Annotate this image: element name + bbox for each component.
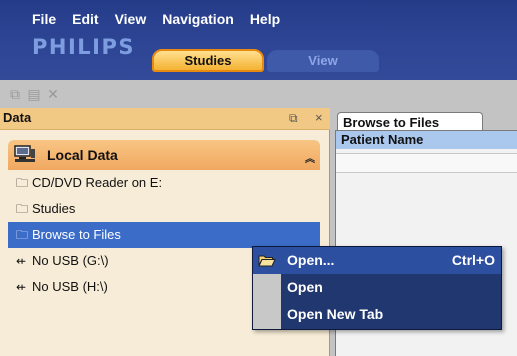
computer-icon [14,145,35,162]
panel-title: Data [3,110,32,125]
menu-navigation[interactable]: Navigation [154,6,242,32]
folder-icon: 🗀 [16,202,29,216]
copy-icon[interactable]: ⧉ [8,87,22,101]
section-title: Local Data [47,147,118,163]
context-menu: Open... Ctrl+O Open Open New Tab [252,246,502,330]
tree-item-cd-dvd[interactable]: 🗀 CD/DVD Reader on E: [8,170,320,196]
tree-item-studies[interactable]: 🗀 Studies [8,196,320,222]
menu-view[interactable]: View [107,6,155,32]
menu-help[interactable]: Help [242,6,288,32]
menu-edit[interactable]: Edit [64,6,106,32]
dock-icon[interactable]: ⧉ [289,111,298,126]
menubar: File Edit View Navigation Help [0,6,288,32]
usb-icon: ⇷ [16,254,27,268]
usb-icon: ⇷ [16,280,27,294]
brand-logo: PHILIPS [32,35,135,59]
tab-browse-to-files[interactable]: Browse to Files [337,112,483,132]
menu-item-open-dialog[interactable]: Open... Ctrl+O [253,247,501,274]
tab-view[interactable]: View [267,50,379,72]
tree-item-browse-to-files[interactable]: 🗀 Browse to Files [8,222,320,248]
menu-file[interactable]: File [0,6,64,32]
close-icon[interactable]: × [315,110,323,125]
tree-item-label: No USB (H:\) [32,279,108,294]
menu-item-shortcut: Ctrl+O [451,252,495,268]
open-folder-icon [258,255,276,267]
folder-icon: 🗀 [16,176,29,190]
tree-item-label: Studies [32,201,76,216]
menu-item-label: Open New Tab [287,306,384,322]
local-data-header[interactable]: Local Data ︽ [8,140,320,170]
chevron-up-icon[interactable]: ︽ [305,150,315,165]
paste-icon[interactable]: ▤ [27,87,41,101]
title-area: File Edit View Navigation Help PHILIPS S… [0,0,517,80]
delete-icon[interactable]: ✕ [46,87,60,101]
menu-item-label: Open... [287,252,335,268]
panel-header: Data ⧉ × [0,108,330,130]
menu-item-label: Open [287,279,323,295]
tree-item-label: Browse to Files [32,227,121,242]
column-header-patient-name[interactable]: Patient Name [336,131,517,149]
menu-item-open-new-tab[interactable]: Open New Tab [253,301,501,328]
toolbar: ⧉ ▤ ✕ [0,80,517,108]
tree-item-label: CD/DVD Reader on E: [32,175,163,190]
folder-icon: 🗀 [16,228,29,242]
menu-item-open[interactable]: Open [253,274,501,301]
tab-studies[interactable]: Studies [152,49,264,72]
table-row[interactable] [336,153,517,173]
tree-item-label: No USB (G:\) [32,253,109,268]
